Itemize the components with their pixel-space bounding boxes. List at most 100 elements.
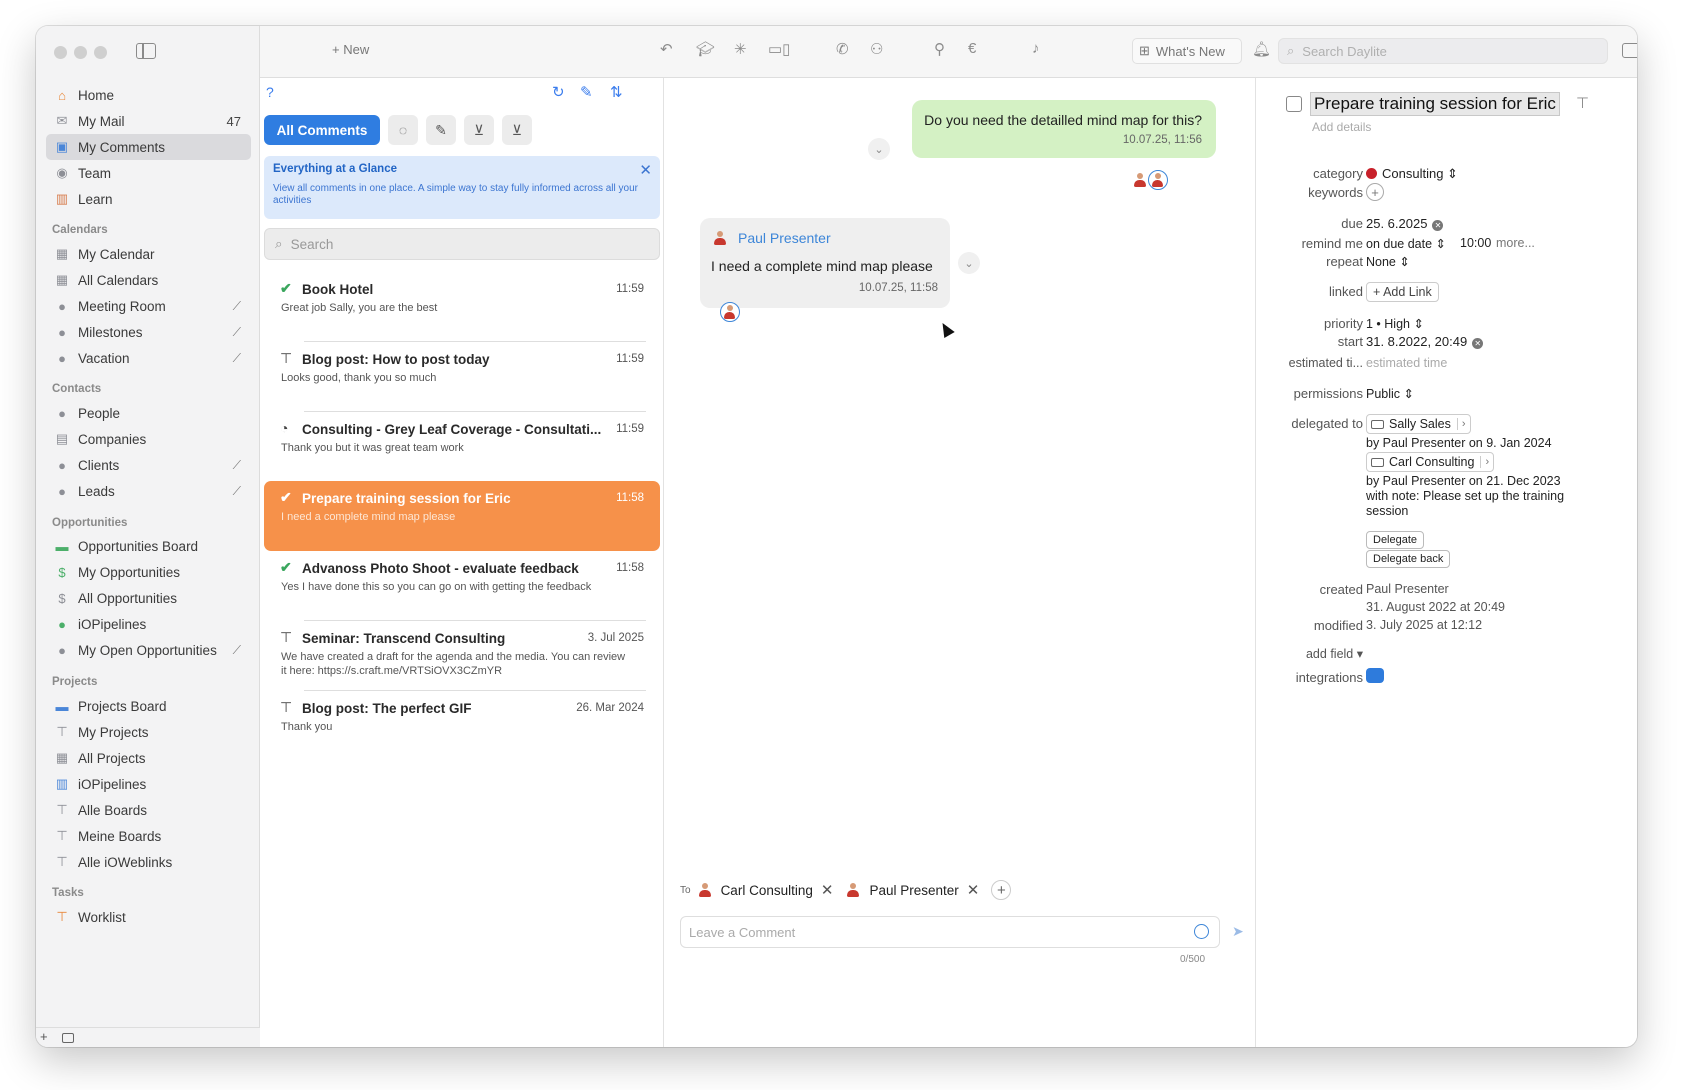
phone-icon[interactable]: ✆ xyxy=(836,40,849,58)
close-window-button[interactable] xyxy=(54,46,67,59)
add-keyword-icon[interactable]: + xyxy=(1366,183,1384,201)
add-link-button[interactable]: + Add Link xyxy=(1366,282,1439,302)
calendar-small-icon[interactable] xyxy=(62,1033,74,1043)
clear-icon[interactable]: ✕ xyxy=(1432,220,1444,231)
sidebar-item-my-comments[interactable]: ▣ My Comments xyxy=(46,134,251,160)
remove-icon[interactable]: ✕ xyxy=(967,881,980,899)
remove-icon[interactable]: ✕ xyxy=(821,881,834,899)
bell-off-icon[interactable]: ♪ xyxy=(1032,40,1040,57)
people-icon[interactable]: ⚇ xyxy=(870,40,883,58)
undo-icon[interactable]: ↶ xyxy=(660,40,673,58)
sidebar-item-all-opportunities[interactable]: $ All Opportunities xyxy=(46,585,251,611)
comments-integration-icon[interactable] xyxy=(1366,668,1384,683)
task-complete-checkbox[interactable] xyxy=(1286,96,1302,112)
list-item[interactable]: ◔ Consulting - Grey Leaf Coverage - Cons… xyxy=(264,412,660,482)
clear-icon[interactable]: ✕ xyxy=(1472,338,1484,349)
list-item[interactable]: ⊤ Seminar: Transcend Consulting 3. Jul 2… xyxy=(264,621,660,691)
permissions-select[interactable]: Public ⇕ xyxy=(1366,386,1414,401)
chevron-down-icon[interactable]: ⌄ xyxy=(958,252,980,274)
minimize-window-button[interactable] xyxy=(74,46,87,59)
recipient-chip[interactable]: Paul Presenter ✕ xyxy=(845,881,979,899)
send-icon[interactable]: ➤ xyxy=(1232,923,1244,940)
comment-input[interactable]: Leave a Comment xyxy=(680,916,1220,948)
close-icon[interactable]: ✕ xyxy=(639,161,652,179)
refresh-icon[interactable]: ↻ xyxy=(552,83,565,101)
sidebar-item-iopipelines-projects[interactable]: ▥ iOPipelines xyxy=(46,771,251,797)
sidebar-item-my-mail[interactable]: ✉ My Mail 47 xyxy=(46,108,251,134)
add-field-button[interactable]: add field ▾ xyxy=(1306,646,1363,661)
list-item[interactable]: ⊤ Blog post: The perfect GIF 26. Mar 202… xyxy=(264,691,660,761)
chevron-down-icon[interactable]: ⌄ xyxy=(868,138,890,160)
delegate-chip[interactable]: Sally Sales › xyxy=(1366,414,1471,434)
sender-name[interactable]: Paul Presenter xyxy=(738,230,831,246)
priority-select[interactable]: 1 • High ⇕ xyxy=(1366,316,1424,331)
euro-icon[interactable]: € xyxy=(968,40,976,57)
compose-icon[interactable]: ✎ xyxy=(580,83,593,101)
estimated-time-field[interactable]: estimated time xyxy=(1366,356,1447,370)
remind-select[interactable]: on due date ⇕ xyxy=(1366,236,1446,251)
recipient-chip[interactable]: Carl Consulting ✕ xyxy=(697,881,834,899)
sidebar-item-leads[interactable]: ● Leads ⟋ xyxy=(46,478,251,504)
sidebar-item-milestones[interactable]: ● Milestones ⟋ xyxy=(46,319,251,345)
inspector-toggle-icon[interactable] xyxy=(1622,43,1637,58)
sidebar-item-meine-boards[interactable]: ⊤ Meine Boards xyxy=(46,823,251,849)
delegate-back-button[interactable]: Delegate back xyxy=(1366,550,1451,568)
pin-icon[interactable]: ⚲ xyxy=(934,40,945,58)
sidebar-item-my-open-opportunities[interactable]: ● My Open Opportunities ⟋ xyxy=(46,637,251,663)
sidebar-item-people[interactable]: ● People xyxy=(46,400,251,426)
graduation-cap-icon[interactable]: 🎓︎ xyxy=(696,40,715,58)
sidebar-item-companies[interactable]: ▤ Companies xyxy=(46,426,251,452)
pushpin-icon[interactable]: ⊤ xyxy=(1576,94,1589,112)
more-button[interactable]: more... xyxy=(1496,236,1535,250)
help-button[interactable]: ? xyxy=(266,84,274,100)
sidebar-item-team[interactable]: ◉ Team xyxy=(46,160,251,186)
category-select[interactable]: Consulting ⇕ xyxy=(1366,166,1458,182)
sidebar-item-vacation[interactable]: ● Vacation ⟋ xyxy=(46,345,251,371)
sidebar-item-worklist[interactable]: ⊤ Worklist xyxy=(46,904,251,930)
remind-time[interactable]: 10:00 xyxy=(1460,236,1491,250)
sidebar-item-meeting-room[interactable]: ● Meeting Room ⟋ xyxy=(46,293,251,319)
emoji-icon[interactable] xyxy=(1194,924,1209,939)
delegate-button[interactable]: Delegate xyxy=(1366,531,1425,549)
new-button[interactable]: + New xyxy=(332,42,369,57)
add-recipient-icon[interactable]: + xyxy=(991,880,1012,900)
zoom-window-button[interactable] xyxy=(94,46,107,59)
sidebar-item-alle-ioweblinks[interactable]: ⊤ Alle iOWeblinks xyxy=(46,849,251,875)
inbox-filter-icon[interactable]: ⊻ xyxy=(464,115,494,145)
sidebar-item-clients[interactable]: ● Clients ⟋ xyxy=(46,452,251,478)
sidebar-item-iopipelines[interactable]: ● iOPipelines xyxy=(46,611,251,637)
speech-bubble-filter-icon[interactable]: ◌ xyxy=(388,115,418,145)
sidebar-item-alle-boards[interactable]: ⊤ Alle Boards xyxy=(46,797,251,823)
add-details-field[interactable]: Add details xyxy=(1312,120,1371,134)
sparkle-icon[interactable]: ✳ xyxy=(734,40,747,58)
start-field[interactable]: 31. 8.2022, 20:49 ✕ xyxy=(1366,334,1484,349)
sort-icon[interactable]: ⇅ xyxy=(610,83,623,101)
mention-filter-icon[interactable]: ✎ xyxy=(426,115,456,145)
list-item-selected[interactable]: ✔ Prepare training session for Eric 11:5… xyxy=(264,481,660,551)
delegate-chip[interactable]: Carl Consulting › xyxy=(1366,452,1495,472)
repeat-select[interactable]: None ⇕ xyxy=(1366,254,1410,269)
all-comments-filter-button[interactable]: All Comments xyxy=(264,115,380,145)
list-item[interactable]: ✔ Book Hotel 11:59 Great job Sally, you … xyxy=(264,272,660,342)
sidebar-item-home[interactable]: ⌂ Home xyxy=(46,82,251,108)
sidebar-item-learn[interactable]: ▥ Learn xyxy=(46,186,251,212)
tray-filter-icon[interactable]: ⊻ xyxy=(502,115,532,145)
task-title-field[interactable]: Prepare training session for Eric xyxy=(1310,92,1560,116)
sidebar-item-opportunities-board[interactable]: ▬ Opportunities Board xyxy=(46,533,251,559)
chevron-right-icon[interactable]: › xyxy=(1456,418,1470,430)
search-daylite-input[interactable]: ⌕ Search Daylite xyxy=(1278,38,1608,64)
list-item[interactable]: ⊤ Blog post: How to post today 11:59 Loo… xyxy=(264,342,660,412)
sidebar-item-all-projects[interactable]: ▦ All Projects xyxy=(46,745,251,771)
chevron-right-icon[interactable]: › xyxy=(1480,456,1493,468)
sidebar-item-projects-board[interactable]: ▬ Projects Board xyxy=(46,693,251,719)
sidebar-item-my-opportunities[interactable]: $ My Opportunities xyxy=(46,559,251,585)
sidebar-item-my-projects[interactable]: ⊤ My Projects xyxy=(46,719,251,745)
layout-icon[interactable]: ▭▯ xyxy=(768,40,790,58)
bell-icon[interactable]: 🔔︎ xyxy=(1252,40,1271,58)
sidebar-item-my-calendar[interactable]: ▦ My Calendar xyxy=(46,241,251,267)
whats-new-button[interactable]: ⊞ What's New xyxy=(1132,38,1242,64)
sidebar-item-all-calendars[interactable]: ▦ All Calendars xyxy=(46,267,251,293)
comments-search-input[interactable]: ⌕ Search xyxy=(264,228,660,260)
add-icon[interactable]: + xyxy=(40,1029,48,1044)
list-item[interactable]: ✔ Advanoss Photo Shoot - evaluate feedba… xyxy=(264,551,660,621)
